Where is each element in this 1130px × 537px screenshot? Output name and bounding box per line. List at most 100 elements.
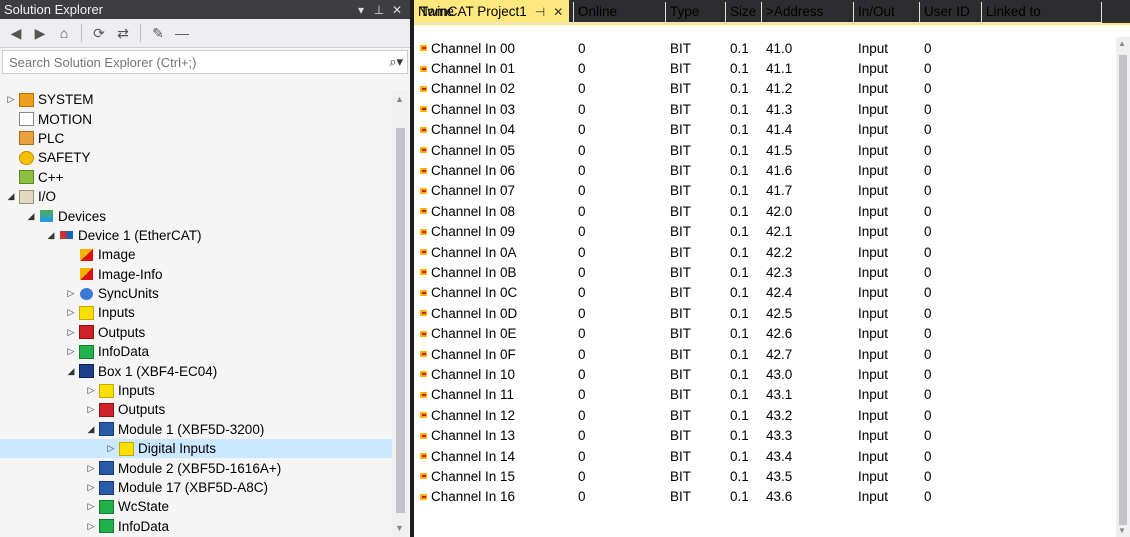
expanded-arrow-icon[interactable]: ◢ [4, 191, 18, 202]
tree-scrollbar[interactable]: ▲ ▼ [392, 90, 409, 537]
devices-icon-shape [39, 210, 53, 223]
tree-item[interactable]: ▷ Digital Inputs [0, 439, 392, 459]
tree-item[interactable]: ◢ Device 1 (EtherCAT) [0, 226, 392, 245]
tree-item[interactable]: ◢ Devices [0, 206, 392, 225]
collapsed-arrow-icon[interactable]: ▷ [84, 404, 98, 415]
grid-scrollbar[interactable]: ▲ ▼ [1116, 37, 1130, 537]
properties-wrench-icon[interactable]: ✎ [148, 23, 168, 43]
close-icon[interactable]: ✕ [388, 3, 406, 17]
search-input[interactable] [7, 53, 390, 71]
home-icon[interactable]: ⌂ [54, 23, 74, 43]
sync-with-active-document-icon[interactable]: ⇄ [113, 23, 133, 43]
tree-item[interactable]: ◢ Box 1 (XBF4-EC04) [0, 361, 392, 380]
table-row[interactable]: Channel In 04 0 BIT 0.1 41.4 Input 0 [414, 120, 1114, 140]
tree-scrollbar-thumb[interactable] [396, 128, 405, 513]
table-row[interactable]: Channel In 0E 0 BIT 0.1 42.6 Input 0 [414, 323, 1114, 343]
cpp-icon [18, 170, 34, 185]
tree-item[interactable]: Image-Info [0, 265, 392, 284]
cell-name: Channel In 0E [414, 326, 574, 341]
table-row[interactable]: Channel In 0A 0 BIT 0.1 42.2 Input 0 [414, 242, 1114, 262]
table-row[interactable]: Channel In 0F 0 BIT 0.1 42.7 Input 0 [414, 344, 1114, 364]
expanded-arrow-icon[interactable]: ◢ [84, 424, 98, 435]
collapsed-arrow-icon[interactable]: ▷ [84, 521, 98, 532]
tree-item[interactable]: ▷ Inputs [0, 303, 392, 322]
column-header-userid[interactable]: User ID [920, 2, 982, 22]
tree-item[interactable]: PLC [0, 129, 392, 148]
collapsed-arrow-icon[interactable]: ▷ [64, 327, 78, 338]
tree-item[interactable]: ▷ InfoData [0, 517, 392, 536]
auto-hide-pin-icon[interactable]: ⊥ [370, 3, 388, 17]
tree-item[interactable]: ▷ Module 17 (XBF5D-A8C) [0, 478, 392, 497]
grid-scrollbar-thumb[interactable] [1119, 55, 1127, 525]
table-row[interactable]: Channel In 16 0 BIT 0.1 43.6 Input 0 [414, 487, 1114, 507]
scroll-down-icon[interactable]: ▼ [1118, 526, 1126, 535]
collapsed-arrow-icon[interactable]: ▷ [84, 501, 98, 512]
column-header-address[interactable]: >Address [762, 2, 854, 22]
tree-item[interactable]: ▷ Outputs [0, 323, 392, 342]
collapsed-arrow-icon[interactable]: ▷ [64, 307, 78, 318]
tree-item[interactable]: ▷ Module 2 (XBF5D-1616A+) [0, 458, 392, 477]
column-header-size[interactable]: Size [726, 2, 762, 22]
table-row[interactable]: Channel In 15 0 BIT 0.1 43.5 Input 0 [414, 466, 1114, 486]
tree-item[interactable]: ▷ Outputs [0, 400, 392, 419]
scroll-up-icon[interactable]: ▲ [1118, 39, 1126, 48]
tree-item[interactable]: ◢ I/O [0, 187, 392, 206]
tree-item[interactable]: ▷ WcState [0, 497, 392, 516]
scroll-up-icon[interactable]: ▲ [395, 94, 404, 104]
column-header-name[interactable]: Name [414, 2, 574, 22]
collapsed-arrow-icon[interactable]: ▷ [84, 482, 98, 493]
tree-item[interactable]: Image [0, 245, 392, 264]
solution-explorer-search[interactable]: ⌕▾ [2, 50, 408, 74]
cell-inout: Input [858, 428, 889, 444]
column-header-linkedto[interactable]: Linked to [982, 2, 1102, 22]
table-row[interactable]: Channel In 0B 0 BIT 0.1 42.3 Input 0 [414, 262, 1114, 282]
table-row[interactable]: Channel In 14 0 BIT 0.1 43.4 Input 0 [414, 446, 1114, 466]
search-icon[interactable]: ⌕▾ [389, 54, 403, 70]
tree-item[interactable]: ▷ SYSTEM [0, 90, 392, 109]
table-row[interactable]: Channel In 02 0 BIT 0.1 41.2 Input 0 [414, 79, 1114, 99]
expanded-arrow-icon[interactable]: ◢ [64, 366, 78, 377]
wcstate-icon [98, 499, 114, 514]
table-row[interactable]: Channel In 06 0 BIT 0.1 41.6 Input 0 [414, 160, 1114, 180]
collapse-all-icon[interactable]: — [172, 23, 192, 43]
column-header-online[interactable]: Online [574, 2, 666, 22]
table-row[interactable]: Channel In 00 0 BIT 0.1 41.0 Input 0 [414, 38, 1114, 58]
table-row[interactable]: Channel In 07 0 BIT 0.1 41.7 Input 0 [414, 181, 1114, 201]
table-row[interactable]: Channel In 10 0 BIT 0.1 43.0 Input 0 [414, 364, 1114, 384]
pending-changes-filter-icon[interactable]: ⟳ [89, 23, 109, 43]
collapsed-arrow-icon[interactable]: ▷ [84, 385, 98, 396]
tree-item[interactable]: ▷ InfoData [0, 342, 392, 361]
collapsed-arrow-icon[interactable]: ▷ [104, 443, 118, 454]
cell-online: 0 [578, 40, 586, 56]
table-row[interactable]: Channel In 03 0 BIT 0.1 41.3 Input 0 [414, 99, 1114, 119]
table-row[interactable]: Channel In 08 0 BIT 0.1 42.0 Input 0 [414, 201, 1114, 221]
collapsed-arrow-icon[interactable]: ▷ [64, 346, 78, 357]
table-row[interactable]: Channel In 05 0 BIT 0.1 41.5 Input 0 [414, 140, 1114, 160]
tree-item[interactable]: C++ [0, 168, 392, 187]
collapsed-arrow-icon[interactable]: ▷ [4, 94, 18, 105]
tree-item[interactable]: MOTION [0, 109, 392, 128]
column-header-inout[interactable]: In/Out [854, 2, 920, 22]
table-row[interactable]: Channel In 11 0 BIT 0.1 43.1 Input 0 [414, 385, 1114, 405]
tree-item[interactable]: ▷ Inputs [0, 381, 392, 400]
forward-icon[interactable]: ▶ [30, 23, 50, 43]
table-row[interactable]: Channel In 13 0 BIT 0.1 43.3 Input 0 [414, 425, 1114, 445]
column-header-type[interactable]: Type [666, 2, 726, 22]
table-row[interactable]: Channel In 0D 0 BIT 0.1 42.5 Input 0 [414, 303, 1114, 323]
table-row[interactable]: Channel In 12 0 BIT 0.1 43.2 Input 0 [414, 405, 1114, 425]
scroll-down-icon[interactable]: ▼ [395, 523, 404, 533]
collapsed-arrow-icon[interactable]: ▷ [84, 463, 98, 474]
cell-size: 0.1 [730, 163, 749, 179]
expanded-arrow-icon[interactable]: ◢ [44, 230, 58, 241]
tree-item[interactable]: ◢ Module 1 (XBF5D-3200) [0, 420, 392, 439]
collapsed-arrow-icon[interactable]: ▷ [64, 288, 78, 299]
table-row[interactable]: Channel In 0C 0 BIT 0.1 42.4 Input 0 [414, 283, 1114, 303]
expanded-arrow-icon[interactable]: ◢ [24, 211, 38, 222]
tree-item[interactable]: SAFETY [0, 148, 392, 167]
table-row[interactable]: Channel In 01 0 BIT 0.1 41.1 Input 0 [414, 58, 1114, 78]
tree-item[interactable]: ▷ SyncUnits [0, 284, 392, 303]
table-row[interactable]: Channel In 09 0 BIT 0.1 42.1 Input 0 [414, 222, 1114, 242]
back-icon[interactable]: ◀ [6, 23, 26, 43]
cell-type: BIT [670, 326, 692, 342]
window-position-dropdown-icon[interactable]: ▾ [352, 3, 370, 17]
